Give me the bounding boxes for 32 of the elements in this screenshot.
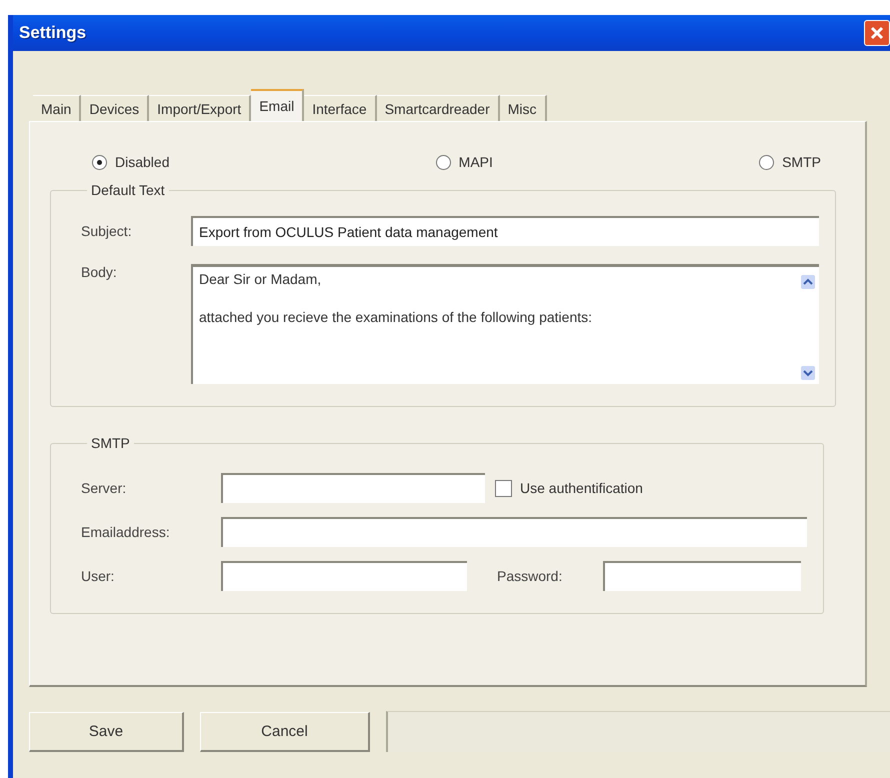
tab[interactable]: Devices xyxy=(81,95,150,121)
tab[interactable]: Smartcardreader xyxy=(376,95,500,121)
field-label: User: xyxy=(81,568,116,584)
tab[interactable]: Email xyxy=(251,89,304,121)
field-label: Password: xyxy=(497,568,564,584)
radio-option[interactable]: MAPI xyxy=(436,154,493,170)
user-field[interactable] xyxy=(221,561,467,591)
email-field[interactable] xyxy=(221,517,807,547)
subject-field[interactable]: Export from OCULUS Patient data management xyxy=(191,216,819,246)
auth-checkbox[interactable]: Use authentification xyxy=(495,480,643,496)
scroll-up-icon[interactable] xyxy=(801,275,815,289)
dialog-button[interactable]: Save xyxy=(29,712,184,752)
close-button[interactable] xyxy=(864,20,890,46)
window-title: Settings xyxy=(19,23,86,43)
dialog-button[interactable]: Cancel xyxy=(200,712,370,752)
field-label: Server: xyxy=(81,480,128,496)
tab[interactable]: Interface xyxy=(304,95,377,121)
field-label: Emailaddress: xyxy=(81,524,171,540)
body-text-area[interactable]: Dear Sir or Madam, attached you recieve the examinations of the following patients: xyxy=(191,264,819,384)
group-title: Default Text xyxy=(90,182,166,198)
password-field[interactable] xyxy=(603,561,801,591)
radio-option[interactable]: SMTP xyxy=(759,154,821,170)
server-field[interactable] xyxy=(221,473,485,503)
tab[interactable]: Main xyxy=(33,95,82,121)
radio-option[interactable]: Disabled xyxy=(92,154,170,170)
tab[interactable]: Import/Export xyxy=(149,95,252,121)
field-label: Subject: xyxy=(81,223,133,239)
field-label: Body: xyxy=(81,264,118,280)
scroll-down-icon[interactable] xyxy=(801,366,815,380)
tab[interactable]: Misc xyxy=(500,95,547,121)
group-title: SMTP xyxy=(90,435,131,451)
close-icon xyxy=(870,26,884,40)
